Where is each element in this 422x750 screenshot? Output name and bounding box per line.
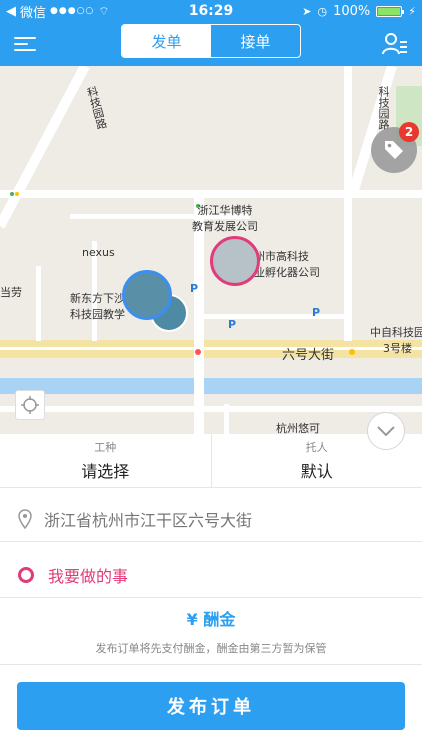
map-label-xindongfang: 新东方下沙 科技园教学 [70, 292, 125, 321]
task-ring-icon [18, 566, 34, 583]
parking-icon: P [312, 306, 321, 319]
map-label-zhongzi: 中自科技园 3号楼 [370, 326, 422, 355]
map-label-huabote: 浙江华博特 教育发展公司 [192, 204, 258, 233]
charging-icon: ⚡ [408, 4, 416, 18]
battery-icon [376, 5, 405, 17]
map-label-gaokeji: 州市高科技 业孵化器公司 [254, 250, 320, 279]
user-marker-blue[interactable] [122, 270, 172, 320]
map-label-hangzhou: 杭州悠可 [276, 422, 320, 434]
divider [0, 664, 422, 665]
map-label-liuhao: 六号大街 [282, 348, 335, 363]
map-view[interactable]: 科技园路 科技园路 浙江华博特 教育发展公司 nexus 新东方下沙 科技园教学… [0, 66, 422, 434]
coupon-count-badge: 2 [399, 122, 419, 142]
address-text: 浙江省杭州市江干区六号大街 [44, 510, 253, 530]
entrust-caption: 托人 [305, 441, 328, 454]
status-left: ◀ 微信 ●●●○○ ⌔ [6, 2, 110, 21]
map-label-mcd: 当劳 [0, 286, 22, 299]
order-form: 工种 请选择 托人 默认 浙江省杭州市江干区六号大街 我要做的事 ¥ 酬金 发布… [0, 434, 422, 750]
parking-icon: P [228, 318, 237, 331]
tab-send-order[interactable]: 发单 [122, 25, 211, 57]
work-type-selector[interactable]: 工种 请选择 [0, 434, 211, 487]
task-placeholder: 我要做的事 [48, 566, 129, 586]
entrust-value: 默认 [300, 462, 333, 481]
reward-button[interactable]: ¥ 酬金 [0, 606, 422, 630]
map-roads [0, 66, 422, 434]
reward-note: 发布订单将先支付酬金，酬金由第三方暂为保管 [95, 642, 327, 655]
user-marker-pink[interactable] [210, 236, 260, 286]
work-type-caption: 工种 [94, 441, 117, 454]
task-field[interactable]: 我要做的事 [0, 552, 422, 598]
alarm-icon: ◷ [317, 4, 328, 18]
tab-receive-order[interactable]: 接单 [211, 25, 300, 57]
chevron-down-icon[interactable] [367, 412, 405, 450]
menu-icon[interactable] [14, 34, 38, 54]
location-pin-icon [18, 508, 32, 529]
location-icon: ➤ [302, 4, 312, 18]
signal-icon: ●●●○○ [50, 6, 95, 16]
map-label-nexus: nexus [82, 246, 115, 259]
parking-icon: P [190, 282, 199, 295]
address-field[interactable]: 浙江省杭州市江干区六号大街 [0, 496, 422, 542]
selector-row: 工种 请选择 托人 默认 [0, 434, 422, 488]
publish-order-button[interactable]: 发布订单 [17, 682, 405, 730]
status-right: ➤ ◷ 100% ⚡ [302, 4, 416, 19]
back-arrow-icon[interactable]: ◀ [6, 4, 16, 19]
map-label-keji-road-right: 科技园路 [377, 86, 390, 130]
wifi-icon: ⌔ [98, 3, 110, 18]
locate-me-icon[interactable] [15, 390, 45, 420]
work-type-value: 请选择 [81, 462, 130, 481]
carrier-label: 微信 [20, 5, 47, 21]
nav-bar: 发单 接单 [0, 22, 422, 66]
battery-percent: 100% [333, 3, 371, 19]
user-list-icon[interactable] [382, 32, 408, 56]
status-bar: ◀ 微信 ●●●○○ ⌔ 16:29 ➤ ◷ 100% ⚡ [0, 0, 422, 22]
mode-segmented-control: 发单 接单 [121, 24, 301, 58]
